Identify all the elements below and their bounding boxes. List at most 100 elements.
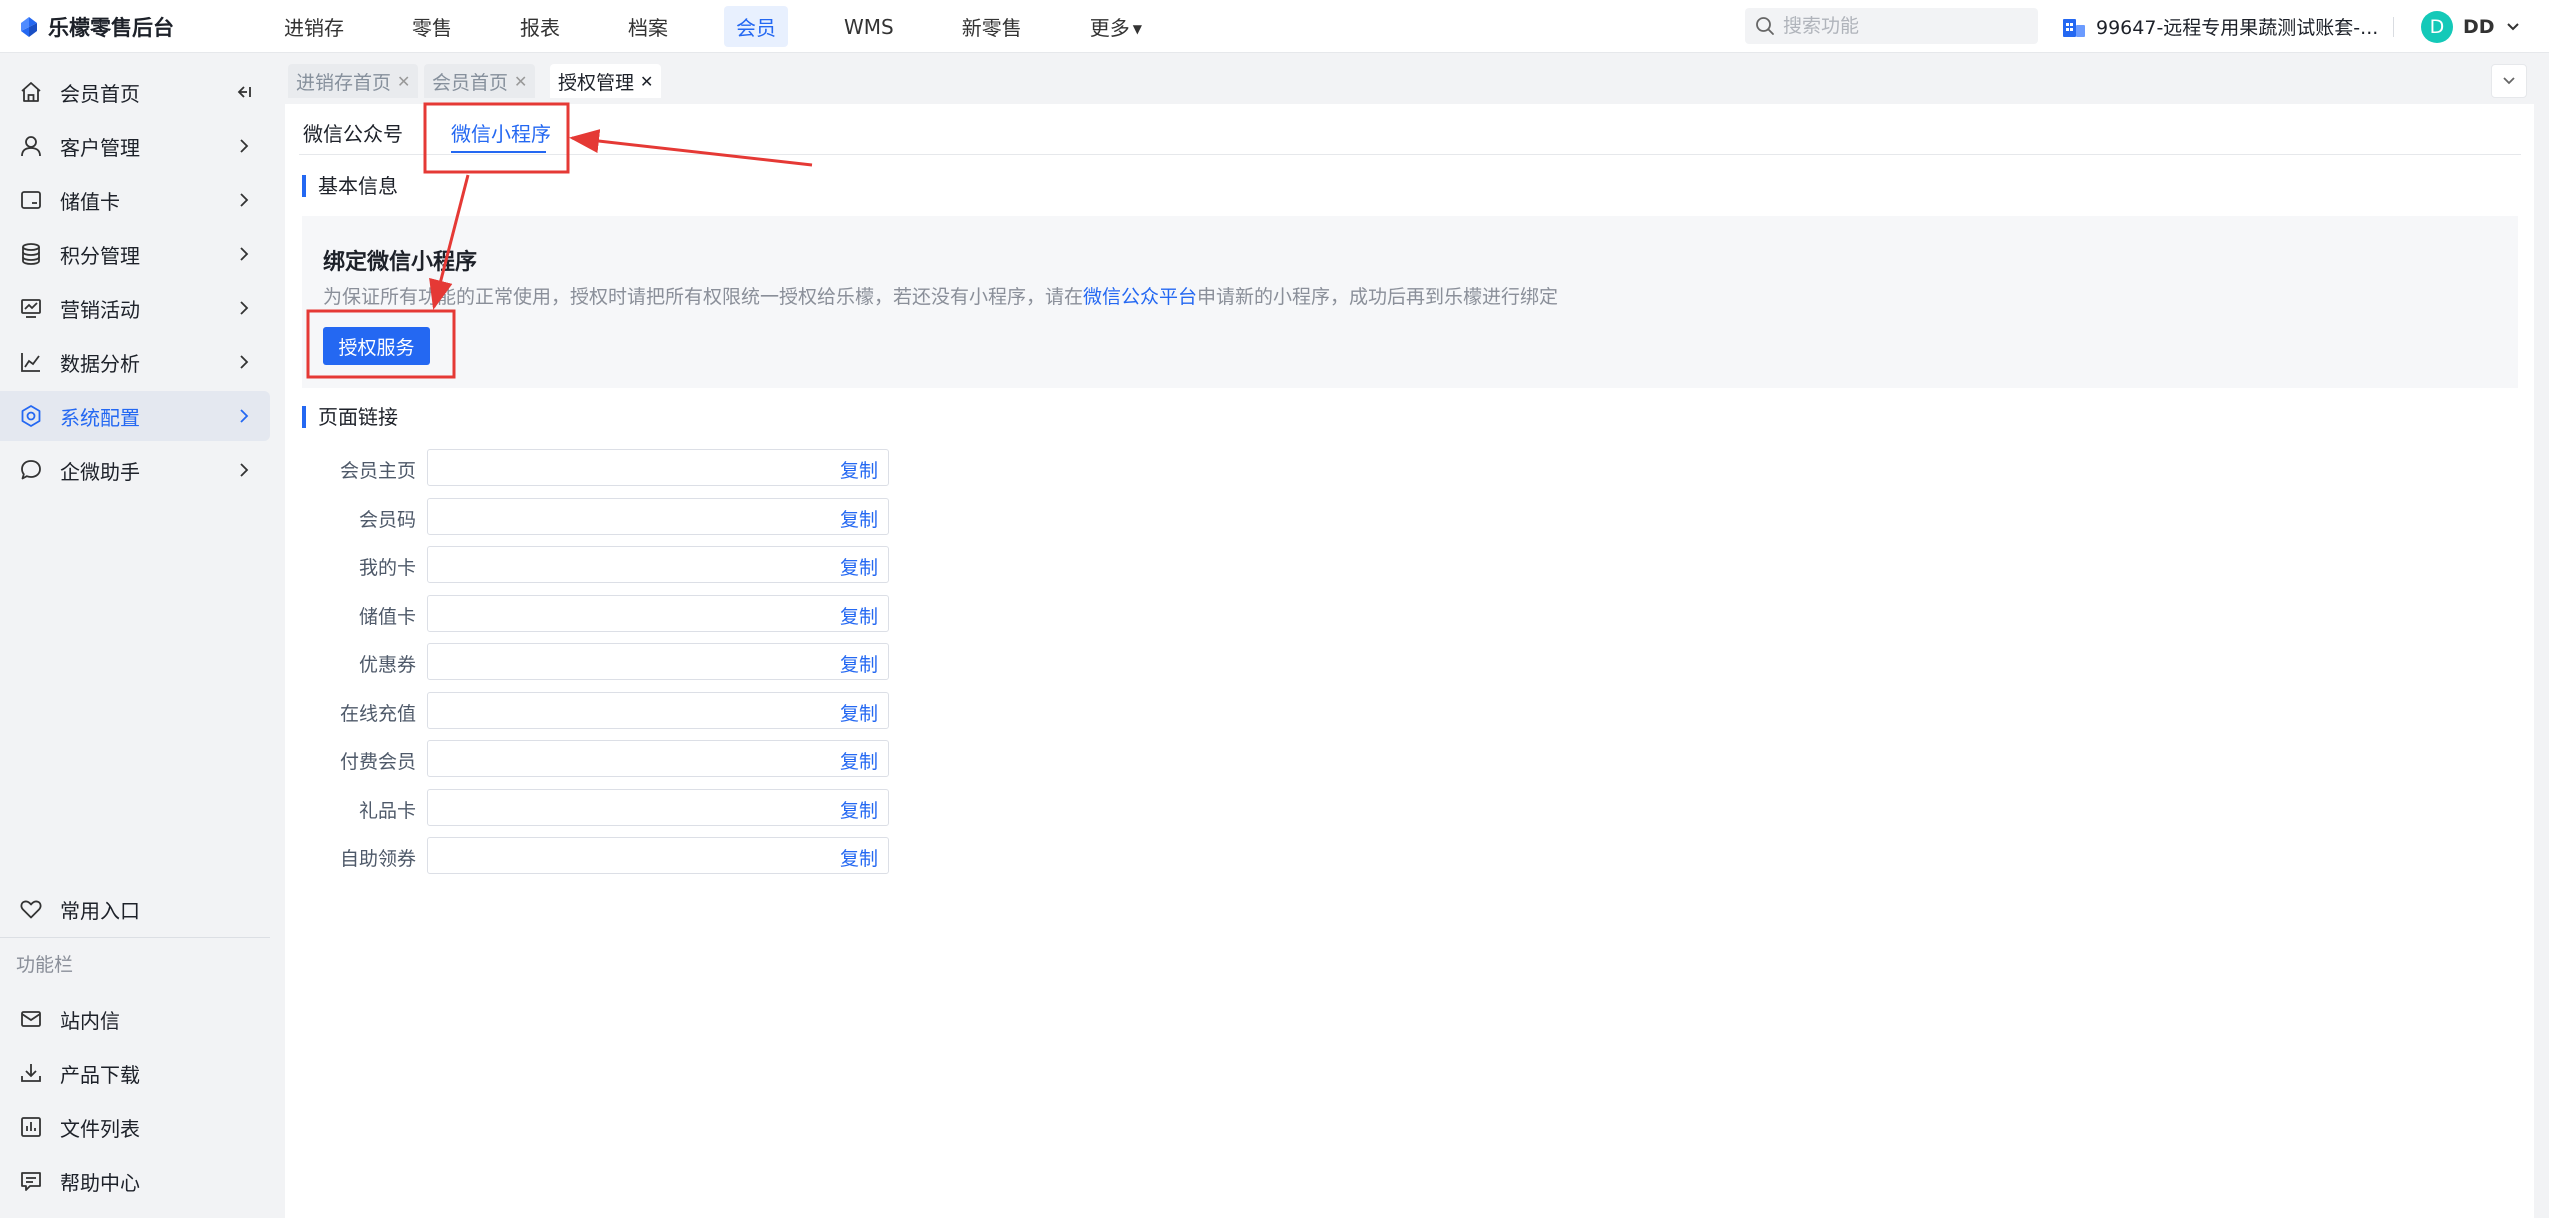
copy-button[interactable]: 复制 [840,553,878,580]
sidebar-item-label: 系统配置 [60,405,140,430]
sidebar-item-favorites[interactable]: 常用入口 [0,884,270,934]
nav-item-more[interactable]: 更多 ▼ [1078,6,1154,47]
tabs-dropdown-button[interactable] [2491,64,2527,98]
chevron-right-icon [240,463,249,477]
nav-item-retail[interactable]: 零售 [400,6,464,47]
link-row-gift-card: 礼品卡 复制 [302,789,889,827]
sidebar-item-customer-management[interactable]: 客户管理 [0,121,270,171]
sidebar-item-label: 帮助中心 [60,1170,140,1195]
account-divider [2393,17,2394,37]
link-input[interactable] [428,596,828,631]
link-label: 储值卡 [358,606,416,628]
chevron-down-icon [2503,77,2515,85]
link-field: 复制 [427,789,889,826]
link-label: 付费会员 [339,751,416,773]
link-input[interactable] [428,547,828,582]
sidebar-item-file-list[interactable]: 文件列表 [0,1102,270,1152]
copy-button[interactable]: 复制 [840,602,878,629]
collapse-sidebar-icon[interactable] [236,84,252,100]
mail-icon [21,1011,41,1027]
chevron-right-icon [240,409,249,423]
close-icon[interactable]: ✕ [640,72,653,91]
sidebar-item-label: 客户管理 [60,135,140,160]
copy-button[interactable]: 复制 [840,747,878,774]
sidebar-item-help-center[interactable]: 帮助中心 [0,1156,270,1206]
sidebar-item-label: 站内信 [60,1008,120,1033]
nav-item-reports[interactable]: 报表 [508,6,572,47]
authorize-service-button[interactable]: 授权服务 [323,327,430,365]
tab-label: 会员首页 [432,71,509,94]
copy-button[interactable]: 复制 [840,505,878,532]
link-row-member-home: 会员主页 复制 [302,449,889,487]
home-icon [21,82,41,102]
account-switcher[interactable]: 99647-远程专用果蔬测试账套-... [2062,0,2378,53]
tab-label: 授权管理 [558,71,635,94]
sidebar-item-label: 产品下载 [60,1062,140,1087]
subtab-wechat-official-account[interactable]: 微信公众号 [303,118,403,147]
page-tabs: 进销存首页 ✕ 会员首页 ✕ 授权管理 ✕ [285,54,2549,104]
tab-member-home[interactable]: 会员首页 ✕ [424,64,536,98]
copy-button[interactable]: 复制 [840,796,878,823]
brand[interactable]: 乐檬零售后台 [18,0,174,53]
card-icon [21,191,41,209]
page-links-title: 页面链接 [302,406,398,428]
user-menu[interactable]: D DD [2421,0,2521,53]
bind-card-title: 绑定微信小程序 [323,250,478,275]
tab-authorization-management[interactable]: 授权管理 ✕ [550,64,662,98]
nav-item-wms[interactable]: WMS [832,9,906,45]
sidebar-item-wecom-assistant[interactable]: 企微助手 [0,445,270,495]
nav-item-purchase-sales-inventory[interactable]: 进销存 [272,6,356,47]
tab-inventory-home[interactable]: 进销存首页 ✕ [288,64,419,98]
sidebar-item-label: 常用入口 [60,898,140,923]
bind-desc-prefix: 为保证所有功能的正常使用，授权时请把所有权限统一授权给乐檬，若还没有小程序，请在 [323,286,1084,308]
chevron-right-icon [240,139,249,153]
sidebar-item-data-analysis[interactable]: 数据分析 [0,337,270,387]
sidebar-item-system-config[interactable]: 系统配置 [0,391,270,441]
sidebar-item-member-home[interactable]: 会员首页 [0,67,270,117]
link-label: 礼品卡 [358,800,416,822]
help-icon [21,1172,41,1191]
caret-down-icon: ▼ [1132,22,1142,36]
nav-item-new-retail[interactable]: 新零售 [950,6,1034,47]
wechat-platform-link[interactable]: 微信公众平台 [1083,286,1197,308]
link-input[interactable] [428,450,828,485]
chevron-right-icon [240,193,249,207]
link-row-coupons: 优惠券 复制 [302,643,889,681]
chevron-right-icon [240,355,249,369]
close-icon[interactable]: ✕ [397,72,410,91]
link-input[interactable] [428,693,828,728]
user-icon [21,136,41,157]
subtab-wechat-mini-program[interactable]: 微信小程序 [451,118,551,147]
settings-icon [21,405,41,427]
search-box[interactable] [1745,8,2038,44]
link-input[interactable] [428,790,828,825]
active-subtab-indicator [451,151,546,153]
subtab-divider [299,154,2521,155]
sidebar-item-messages[interactable]: 站内信 [0,994,270,1044]
link-label: 在线充值 [339,703,416,725]
copy-button[interactable]: 复制 [840,650,878,677]
sidebar-item-marketing-activities[interactable]: 营销活动 [0,283,270,333]
nav-item-archives[interactable]: 档案 [616,6,680,47]
link-input[interactable] [428,499,828,534]
copy-button[interactable]: 复制 [840,699,878,726]
bind-desc-suffix: 申请新的小程序，成功后再到乐檬进行绑定 [1197,286,1559,308]
tab-label: 进销存首页 [296,71,392,94]
chat-icon [21,460,41,480]
sidebar-item-points-management[interactable]: 积分管理 [0,229,270,279]
sidebar: 会员首页 客户管理 储值卡 积分管理 营销活动 数据分析 系统配置 企微助手 常… [0,54,285,1218]
sidebar-divider [0,937,270,938]
chevron-right-icon [240,301,249,315]
link-input[interactable] [428,741,828,776]
copy-button[interactable]: 复制 [840,456,878,483]
sidebar-item-stored-value-card[interactable]: 储值卡 [0,175,270,225]
copy-button[interactable]: 复制 [840,844,878,871]
sidebar-item-product-download[interactable]: 产品下载 [0,1048,270,1098]
link-field: 复制 [427,837,889,874]
search-input[interactable] [1783,15,2013,37]
link-input[interactable] [428,838,828,873]
link-input[interactable] [428,644,828,679]
close-icon[interactable]: ✕ [514,72,527,91]
heart-icon [20,900,42,919]
nav-item-member[interactable]: 会员 [724,6,788,47]
